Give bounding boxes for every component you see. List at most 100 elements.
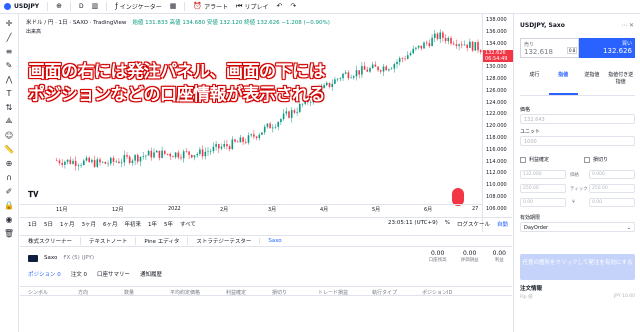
order-type-tab[interactable]: 逆指値 — [578, 68, 607, 95]
order-type-tab[interactable]: 指値付き逆指値 — [606, 68, 635, 95]
candle-body — [99, 159, 101, 163]
range-button[interactable]: 1年 — [148, 220, 157, 228]
candle-body — [380, 70, 382, 72]
candle-body — [350, 77, 352, 79]
take-profit-checkbox[interactable]: 利益確定 — [520, 156, 549, 163]
range-button[interactable]: 年初来 — [125, 220, 142, 228]
zoom-icon[interactable]: ⊕ — [4, 158, 14, 168]
auto-scale-toggle[interactable]: 自動 — [497, 220, 508, 228]
candle-body — [401, 58, 404, 59]
range-button[interactable]: 1日 — [28, 220, 37, 228]
buy-button[interactable]: 買い 132.626 — [578, 38, 635, 58]
lock-icon[interactable]: 🔒 — [4, 200, 14, 210]
account-value: 0.00 評価損益 — [461, 250, 479, 263]
trash-icon[interactable]: 🗑 — [4, 228, 14, 238]
brush-icon[interactable]: ✎ — [4, 60, 14, 70]
stop-loss-checkbox[interactable]: 損切り — [584, 156, 608, 163]
order-type-tab[interactable]: 指値 — [548, 68, 578, 95]
positions-column-header[interactable]: シンボル — [28, 289, 48, 296]
positions-column-header[interactable]: 方向 — [78, 289, 88, 296]
buy-label: 買い — [621, 41, 632, 47]
percent-toggle[interactable]: % — [445, 220, 450, 228]
spread-badge: 0.8 — [567, 47, 578, 54]
sl-pips-input[interactable]: 250.00 — [589, 184, 635, 193]
position-tab[interactable]: 口座サマリー — [97, 270, 130, 278]
interval-selector[interactable]: D — [79, 3, 84, 10]
candle-body — [404, 58, 406, 60]
time-axis[interactable]: 11月 12月 2022 2月 3月 4月 5月 6月 27 — [20, 204, 482, 214]
undo-icon[interactable]: ↶ — [276, 3, 282, 10]
range-button[interactable]: すべて — [180, 220, 196, 228]
replay-button[interactable]: ⏮ リプレイ — [236, 2, 268, 12]
alert-button[interactable]: ⏰ アラート — [193, 2, 228, 12]
broker-name[interactable]: Saxo — [44, 255, 57, 261]
ruler-icon[interactable]: 📏 — [4, 144, 14, 154]
candle-body — [374, 64, 377, 67]
positions-column-header[interactable]: 数量 — [124, 289, 134, 296]
positions-column-header[interactable]: 利益確定 — [226, 289, 246, 296]
range-button[interactable]: 5日 — [44, 220, 53, 228]
bottom-tab[interactable]: テキストノート — [80, 237, 135, 245]
range-button[interactable]: 6ヶ月 — [103, 220, 118, 228]
position-tab[interactable]: 注文 0 — [71, 270, 87, 278]
candle-body — [223, 144, 225, 147]
positions-column-header[interactable]: トレード損益 — [318, 289, 348, 296]
account-value: 0.00 口座残高 — [429, 250, 447, 263]
range-button[interactable]: 3ヶ月 — [82, 220, 97, 228]
col-pips-label: ティック — [570, 187, 588, 192]
pattern-icon[interactable]: ⋀ — [4, 74, 14, 84]
bottom-tab[interactable]: 株式スクリーナー — [20, 237, 80, 245]
positions-column-header[interactable]: 平均約定価格 — [170, 289, 200, 296]
eye-icon[interactable]: ◉ — [4, 214, 14, 224]
order-panel-menu-icons[interactable]: ⋯ ✕ — [621, 22, 634, 29]
bottom-tab[interactable]: Saxo — [259, 238, 289, 244]
positions-column-header[interactable]: ポジションID — [422, 289, 452, 296]
forecast-icon[interactable]: ⇅ — [4, 102, 14, 112]
chart-pane[interactable]: 米ドル / 円 · 1日 · SAXO · TradingView 始値 131… — [20, 14, 512, 232]
plus-icon[interactable]: ⊕ — [56, 3, 62, 10]
text-icon[interactable]: T — [4, 88, 14, 98]
fib-icon[interactable]: ≡ — [4, 46, 14, 56]
validity-select[interactable]: DayOrder ⌄ — [520, 222, 635, 232]
positions-column-header[interactable]: 損切り — [272, 289, 287, 296]
shapes-icon[interactable]: ⟁ — [4, 116, 14, 126]
candle-body — [263, 126, 266, 133]
price-input[interactable]: 132.643 — [520, 114, 635, 124]
tp-price-input[interactable]: 132.000 — [520, 170, 566, 179]
crosshair-icon[interactable]: ✛ — [4, 18, 14, 28]
account-value-label: 口座残高 — [428, 258, 447, 263]
emoji-icon[interactable]: ☺ — [4, 130, 14, 140]
candle-body — [444, 37, 447, 42]
bottom-tab[interactable]: ストラテジーテスター — [187, 237, 259, 245]
candle-body — [436, 33, 439, 39]
range-button[interactable]: 5年 — [164, 220, 173, 228]
range-button[interactable]: 1ヶ月 — [60, 220, 75, 228]
tp-pips-input[interactable]: 250.00 — [520, 184, 566, 193]
indicators-button[interactable]: ƒ インジケーター — [115, 2, 161, 12]
candle-body — [191, 154, 193, 158]
candle-body — [204, 151, 207, 157]
submit-order-button[interactable]: 任意の箇所をクリックして発注を有効にする — [520, 254, 635, 280]
magnet-icon[interactable]: ∩ — [4, 172, 14, 182]
price-axis[interactable]: 106.000 108.000 110.000 112.000 114.000 116.0… — [482, 14, 513, 232]
bar-style-icon[interactable]: ▥ — [92, 3, 99, 10]
price-tick: 118.000 — [486, 135, 507, 141]
symbol-selector[interactable]: USDJPY — [4, 3, 39, 10]
sl-yen-input[interactable]: 0.00 — [589, 198, 635, 207]
position-tab[interactable]: ポジション 0 — [28, 270, 61, 278]
time-tick: 3月 — [268, 207, 277, 213]
pencil-lock-icon[interactable]: ✐ — [4, 186, 14, 196]
log-scale-toggle[interactable]: ログスケール — [457, 220, 490, 228]
sl-price-input[interactable]: 0.000 — [589, 170, 635, 179]
redo-icon[interactable]: ↷ — [290, 3, 296, 10]
order-type-tab[interactable]: 成行 — [520, 68, 549, 95]
trendline-icon[interactable]: ╱ — [4, 32, 14, 42]
position-tab[interactable]: 通知履歴 — [140, 270, 162, 278]
tp-yen-input[interactable]: 0.00 — [520, 198, 566, 207]
account-currency[interactable]: FX (5) (JPY) — [63, 255, 94, 261]
bottom-tab[interactable]: Pine エディタ — [135, 237, 187, 245]
candle-body — [128, 156, 131, 163]
unit-input[interactable]: 1000 — [520, 136, 635, 146]
positions-column-header[interactable]: 執行タイプ — [372, 289, 397, 296]
templates-icon[interactable]: ▦ — [170, 3, 177, 10]
